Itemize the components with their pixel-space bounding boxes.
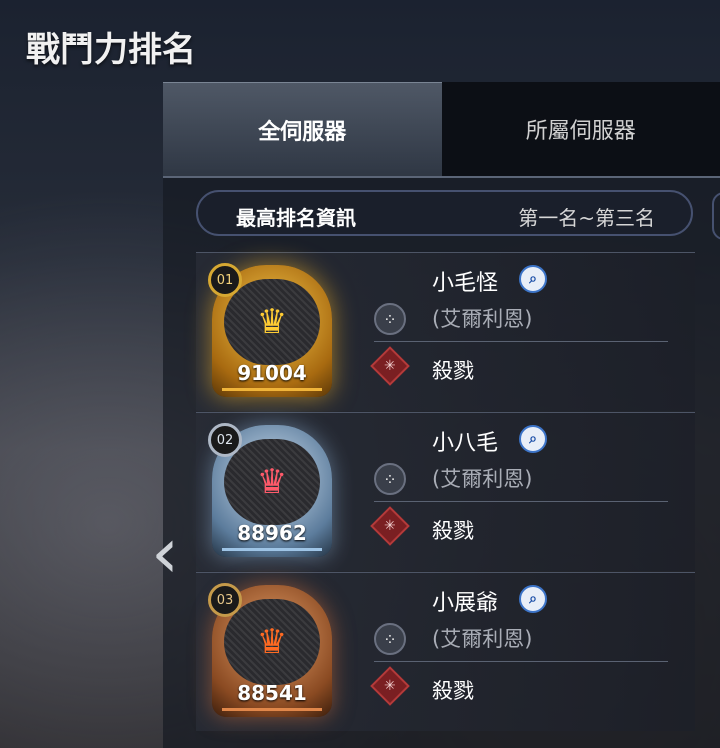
row-divider: [374, 501, 668, 502]
tab-bar: 全伺服器 所屬伺服器: [163, 82, 720, 176]
player-title: 殺戮: [432, 679, 474, 703]
search-icon[interactable]: ⌕: [519, 425, 547, 453]
server-name: (艾爾利恩): [432, 307, 533, 331]
title-badge-icon: ✳: [370, 506, 410, 546]
power-underline: [222, 388, 322, 391]
gold-medal-icon: ♛ 01 91004: [208, 263, 332, 397]
rank-number: 01: [208, 263, 242, 297]
title-badge-icon: ✳: [370, 346, 410, 386]
server-icon: ⁘: [374, 463, 406, 495]
top-rank-info-bar: 最高排名資訊 第一名~第三名: [196, 190, 693, 236]
search-icon[interactable]: ⌕: [519, 585, 547, 613]
player-name: 小八毛: [432, 431, 499, 456]
server-name: (艾爾利恩): [432, 467, 533, 491]
info-range: 第一名~第三名: [518, 206, 655, 230]
rank-number: 03: [208, 583, 242, 617]
rank-card-2[interactable]: ♛ 02 88962 小八毛 ⌕ ⁘ (艾爾利恩) ✳ 殺戮: [196, 412, 695, 571]
player-title: 殺戮: [432, 519, 474, 543]
player-name: 小展爺: [432, 591, 499, 616]
search-icon[interactable]: ⌕: [519, 265, 547, 293]
rank-number: 02: [208, 423, 242, 457]
row-divider: [374, 341, 668, 342]
rank-card-3[interactable]: ♛ 03 88541 小展爺 ⌕ ⁘ (艾爾利恩) ✳ 殺戮: [196, 572, 695, 731]
server-name: (艾爾利恩): [432, 627, 533, 651]
combat-power: 91004: [237, 361, 307, 385]
server-icon: ⁘: [374, 303, 406, 335]
player-title: 殺戮: [432, 359, 474, 383]
combat-power: 88541: [237, 681, 307, 705]
silver-medal-icon: ♛ 02 88962: [208, 423, 332, 557]
combat-power: 88962: [237, 521, 307, 545]
server-icon: ⁘: [374, 623, 406, 655]
power-underline: [222, 548, 322, 551]
page-title: 戰鬥力排名: [26, 30, 196, 70]
tab-all-servers[interactable]: 全伺服器: [163, 82, 442, 176]
next-info-bar-edge: [712, 192, 720, 240]
title-badge-icon: ✳: [370, 666, 410, 706]
tab-own-server[interactable]: 所屬伺服器: [441, 82, 720, 176]
row-divider: [374, 661, 668, 662]
info-label: 最高排名資訊: [236, 206, 356, 230]
bronze-medal-icon: ♛ 03 88541: [208, 583, 332, 717]
rank-card-1[interactable]: ♛ 01 91004 小毛怪 ⌕ ⁘ (艾爾利恩) ✳ 殺戮: [196, 252, 695, 411]
power-underline: [222, 708, 322, 711]
chevron-left-icon[interactable]: ‹: [140, 515, 190, 591]
player-name: 小毛怪: [432, 271, 499, 296]
